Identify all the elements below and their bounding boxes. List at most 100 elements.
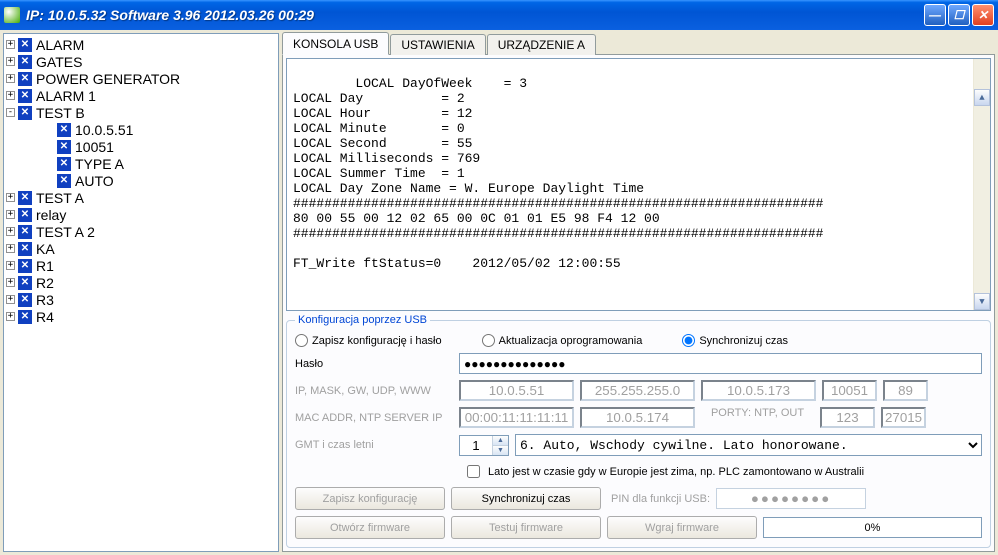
console-text: LOCAL DayOfWeek = 3 LOCAL Day = 2 LOCAL … — [293, 76, 824, 271]
tabs-row: KONSOLA USB USTAWIENIA URZĄDZENIE A — [282, 33, 995, 55]
console-scrollbar[interactable]: ▲ ▼ — [973, 59, 990, 310]
test-firmware-button: Testuj firmware — [451, 516, 601, 539]
password-label: Hasło — [295, 358, 453, 370]
node-icon: ✕ — [18, 208, 32, 222]
tree-label: R3 — [36, 292, 54, 308]
window-title: IP: 10.0.5.32 Software 3.96 2012.03.26 0… — [26, 7, 924, 23]
tree-label: GATES — [36, 54, 82, 70]
udp-input — [822, 380, 877, 401]
tree-node-relay[interactable]: +✕ relay — [6, 206, 276, 223]
node-icon: ✕ — [18, 72, 32, 86]
node-icon: ✕ — [18, 191, 32, 205]
mac-row-label: MAC ADDR, NTP SERVER IP — [295, 412, 453, 424]
tree-label: TEST A 2 — [36, 224, 95, 240]
expand-icon[interactable]: + — [6, 278, 15, 287]
tab-ustawienia[interactable]: USTAWIENIA — [390, 34, 485, 55]
tree-label: TEST B — [36, 105, 85, 121]
password-input[interactable] — [459, 353, 982, 374]
gmt-value[interactable] — [460, 436, 492, 455]
southern-hemisphere-checkbox[interactable] — [467, 465, 480, 478]
tree-node-test-b[interactable]: -✕ TEST B — [6, 104, 276, 121]
timezone-select[interactable]: 6. Auto, Wschody cywilne. Lato honorowan… — [515, 434, 982, 456]
tree-node-r1[interactable]: +✕R1 — [6, 257, 276, 274]
pin-input — [716, 488, 866, 509]
node-icon: ✕ — [18, 242, 32, 256]
spin-down-icon[interactable]: ▼ — [493, 446, 508, 455]
tree-node-alarm[interactable]: +✕ ALARM — [6, 36, 276, 53]
expand-icon[interactable]: + — [6, 210, 15, 219]
tab-konsola-usb[interactable]: KONSOLA USB — [282, 32, 389, 55]
tree-label: R4 — [36, 309, 54, 325]
tree-node-test-a-2[interactable]: +✕ TEST A 2 — [6, 223, 276, 240]
tree-label: relay — [36, 207, 66, 223]
tree-node-ka[interactable]: +✕ KA — [6, 240, 276, 257]
expand-icon[interactable]: + — [6, 74, 15, 83]
tab-urzadzenie-a[interactable]: URZĄDZENIE A — [487, 34, 596, 55]
ip-row-label: IP, MASK, GW, UDP, WWW — [295, 385, 453, 397]
port-out-input — [881, 407, 926, 428]
gmt-spinner[interactable]: ▲ ▼ — [459, 435, 509, 456]
tree-node-r3[interactable]: +✕ R3 — [6, 291, 276, 308]
ip-input — [459, 380, 574, 401]
tree-label: 10051 — [75, 139, 114, 155]
expand-icon[interactable]: + — [6, 295, 15, 304]
node-icon: ✕ — [18, 310, 32, 324]
open-firmware-button: Otwórz firmware — [295, 516, 445, 539]
tree-node-alarm-1[interactable]: +✕ALARM 1 — [6, 87, 276, 104]
node-icon: ✕ — [57, 174, 71, 188]
spin-up-icon[interactable]: ▲ — [493, 436, 508, 446]
scroll-up-icon[interactable]: ▲ — [974, 89, 990, 106]
tree-node-10-0-5-51[interactable]: ✕10.0.5.51 — [6, 121, 276, 138]
expand-icon[interactable]: + — [6, 57, 15, 66]
tree-label: KA — [36, 241, 55, 257]
tree-node-gates[interactable]: +✕ GATES — [6, 53, 276, 70]
radio-update-firmware[interactable]: Aktualizacja oprogramowania — [482, 334, 643, 347]
node-icon: ✕ — [18, 225, 32, 239]
maximize-button[interactable]: ☐ — [948, 4, 970, 26]
usb-config-group: Konfiguracja poprzez USB Zapisz konfigur… — [286, 314, 991, 548]
node-icon: ✕ — [57, 123, 71, 137]
node-icon: ✕ — [18, 293, 32, 307]
tree-node-r2[interactable]: +✕R2 — [6, 274, 276, 291]
pin-label: PIN dla funkcji USB: — [611, 493, 710, 505]
expand-icon[interactable]: + — [6, 227, 15, 236]
scroll-down-icon[interactable]: ▼ — [974, 293, 990, 310]
expand-icon[interactable]: + — [6, 193, 15, 202]
mask-input — [580, 380, 695, 401]
tree-label: R1 — [36, 258, 54, 274]
collapse-icon[interactable]: - — [6, 108, 15, 117]
expand-icon[interactable]: + — [6, 91, 15, 100]
expand-icon[interactable]: + — [6, 261, 15, 270]
device-tree[interactable]: +✕ALARM+✕GATES+✕POWER GENERATOR+✕ALARM 1… — [3, 33, 279, 552]
minimize-button[interactable]: — — [924, 4, 946, 26]
tree-node-test-a[interactable]: +✕ TEST A — [6, 189, 276, 206]
tree-label: TEST A — [36, 190, 84, 206]
tree-node-power-generator[interactable]: +✕POWER GENERATOR — [6, 70, 276, 87]
node-icon: ✕ — [57, 157, 71, 171]
save-config-button: Zapisz konfigurację — [295, 487, 445, 510]
radio-save-config[interactable]: Zapisz konfigurację i hasło — [295, 334, 442, 347]
node-icon: ✕ — [18, 38, 32, 52]
tree-label: ALARM 1 — [36, 88, 96, 104]
expand-icon[interactable]: + — [6, 40, 15, 49]
radio-sync-time[interactable]: Synchronizuj czas — [682, 334, 788, 347]
tree-node-auto[interactable]: ✕AUTO — [6, 172, 276, 189]
node-icon: ✕ — [57, 140, 71, 154]
mac-input — [459, 407, 574, 428]
node-icon: ✕ — [18, 106, 32, 120]
sync-time-button[interactable]: Synchronizuj czas — [451, 487, 601, 510]
upload-firmware-button: Wgraj firmware — [607, 516, 757, 539]
expand-icon[interactable]: + — [6, 312, 15, 321]
tree-node-r4[interactable]: +✕ R4 — [6, 308, 276, 325]
tree-node-type-a[interactable]: ✕TYPE A — [6, 155, 276, 172]
tree-node-10051[interactable]: ✕ 10051 — [6, 138, 276, 155]
node-icon: ✕ — [18, 276, 32, 290]
tree-label: ALARM — [36, 37, 84, 53]
progress-bar: 0% — [763, 517, 982, 538]
close-button[interactable]: ✕ — [972, 4, 994, 26]
console-output[interactable]: LOCAL DayOfWeek = 3 LOCAL Day = 2 LOCAL … — [286, 58, 991, 311]
usb-config-legend: Konfiguracja poprzez USB — [295, 314, 430, 326]
expand-icon[interactable]: + — [6, 244, 15, 253]
node-icon: ✕ — [18, 55, 32, 69]
checkbox-label: Lato jest w czasie gdy w Europie jest zi… — [488, 466, 864, 478]
